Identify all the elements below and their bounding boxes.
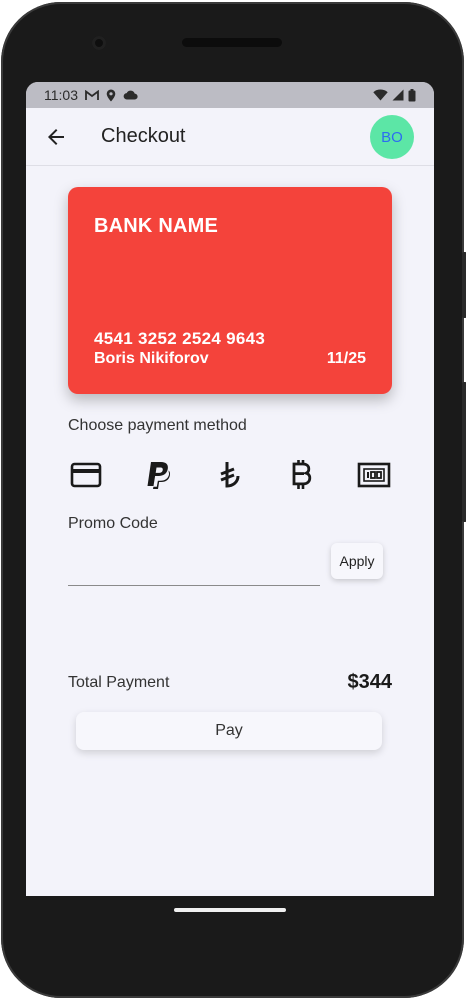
avatar[interactable]: BO (370, 115, 414, 159)
credit-card[interactable]: BANK NAME 4541 3252 2524 9643 Boris Niki… (68, 187, 392, 394)
bitcoin-icon[interactable] (284, 457, 320, 493)
wifi-icon (373, 89, 388, 101)
total-payment-label: Total Payment (68, 674, 170, 691)
signal-icon (392, 89, 404, 101)
apply-button[interactable]: Apply (331, 543, 383, 579)
earpiece-speaker (182, 38, 282, 47)
app-bar: Checkout BO (26, 108, 434, 166)
card-expiry: 11/25 (326, 350, 366, 367)
credit-card-icon[interactable] (68, 457, 104, 493)
status-bar: 11:03 (26, 82, 434, 108)
payment-method-label: Choose payment method (68, 417, 247, 434)
status-time: 11:03 (44, 87, 78, 103)
volume-button (462, 382, 466, 522)
paypal-icon[interactable] (140, 457, 176, 493)
card-number: 4541 3252 2524 9643 (94, 329, 266, 348)
home-indicator[interactable] (174, 908, 286, 912)
avatar-initials: BO (381, 128, 403, 146)
cash-icon[interactable] (356, 457, 392, 493)
payment-method-options (68, 457, 392, 493)
front-camera (92, 36, 106, 50)
promo-code-input[interactable] (68, 550, 320, 586)
total-payment-amount: $344 (347, 671, 393, 693)
gmail-icon (85, 89, 99, 101)
app-screen: 11:03 Checkout BO BANK NAME 4541 3252 25… (26, 82, 434, 896)
location-icon (106, 89, 116, 102)
cloud-icon (123, 90, 138, 100)
page-title: Checkout (101, 125, 186, 147)
lira-icon[interactable] (212, 457, 248, 493)
arrow-back-icon[interactable] (44, 125, 68, 149)
pay-button[interactable]: Pay (76, 712, 382, 750)
battery-icon (408, 88, 416, 102)
card-holder: Boris Nikiforov (94, 350, 209, 367)
bank-name: BANK NAME (94, 215, 219, 237)
power-button (462, 252, 466, 318)
promo-code-label: Promo Code (68, 515, 158, 532)
